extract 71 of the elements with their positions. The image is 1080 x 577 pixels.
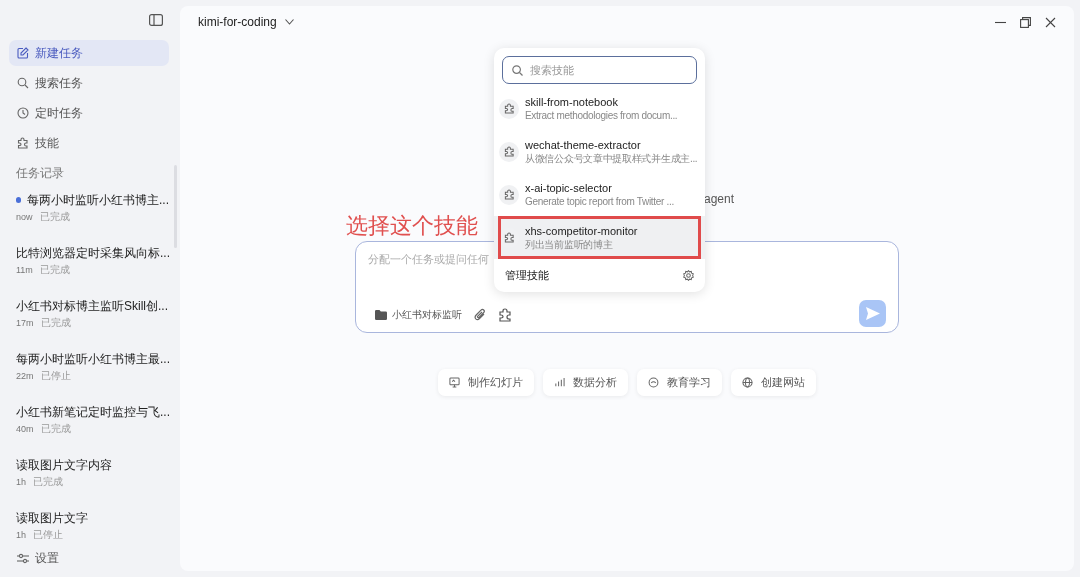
skill-name: skill-from-notebook — [525, 95, 619, 109]
settings-sliders-icon[interactable] — [17, 552, 29, 564]
edit-icon — [17, 47, 29, 59]
skill-item[interactable]: wechat-theme-extractor 从微信公众号文章中提取样式并生成主... — [494, 130, 705, 173]
restore-icon[interactable] — [1020, 16, 1031, 28]
annotation-text: 选择这个技能 — [346, 212, 478, 240]
skill-name: wechat-theme-extractor — [525, 138, 642, 152]
skill-item[interactable]: skill-from-notebook Extract methodologies from docum... — [494, 87, 705, 130]
task-time: 40m — [16, 423, 34, 436]
task-time: 11m — [16, 264, 33, 277]
puzzle-icon — [17, 137, 29, 149]
task-title[interactable]: 每两小时监听小红书博主最... — [16, 351, 170, 367]
puzzle-icon — [503, 189, 515, 200]
task-status: 已停止 — [40, 369, 71, 383]
search-icon — [512, 64, 523, 76]
task-title[interactable]: 读取图片文字 — [16, 510, 88, 526]
skill-description: 列出当前监听的博主 — [525, 238, 614, 251]
manage-skills-link[interactable]: 管理技能 — [505, 267, 549, 284]
attach-icon[interactable] — [474, 308, 486, 321]
nav-item[interactable]: 搜索任务 — [9, 70, 169, 96]
task-title[interactable]: 每两小时监听小红书博主... — [27, 192, 169, 208]
folder-icon — [375, 309, 387, 320]
chevron-down-icon — [284, 19, 294, 25]
task-status: 已完成 — [40, 422, 71, 436]
sidebar-toggle-icon[interactable] — [149, 14, 163, 26]
skill-name: xhs-competitor-monitor — [525, 224, 638, 238]
slides-icon — [449, 377, 460, 388]
nav-item[interactable]: 新建任务 — [9, 40, 169, 66]
bar-chart-icon — [554, 377, 565, 388]
skill-name: x-ai-topic-selector — [525, 181, 613, 195]
settings-icon[interactable] — [683, 269, 694, 281]
task-status: 已完成 — [39, 210, 70, 224]
nav-item[interactable]: 技能 — [9, 130, 169, 156]
task-title[interactable]: 小红书对标博主监听Skill创... — [16, 298, 168, 314]
task-time: 1h — [16, 476, 26, 489]
puzzle-icon[interactable] — [498, 307, 512, 322]
task-status: 已完成 — [40, 316, 71, 330]
search-icon — [17, 77, 29, 89]
globe-icon — [742, 377, 753, 388]
skill-item[interactable]: xhs-competitor-monitor 列出当前监听的博主 — [494, 216, 705, 259]
suggestion-chip[interactable]: 数据分析 — [543, 369, 628, 396]
folder-name: 小红书对标监听 — [392, 308, 462, 322]
task-title[interactable]: 比特浏览器定时采集风向标... — [16, 245, 170, 261]
skill-description: Generate topic report from Twitter ... — [525, 195, 675, 208]
nav-item[interactable]: 定时任务 — [9, 100, 169, 126]
suggestion-chip[interactable]: 制作幻灯片 — [438, 369, 534, 396]
task-status: 已完成 — [39, 263, 70, 277]
task-time: 1h — [16, 529, 26, 542]
clock-icon — [17, 107, 29, 119]
close-icon[interactable] — [1045, 16, 1056, 28]
suggestion-chip[interactable]: 教育学习 — [637, 369, 722, 396]
hero-subtitle: agent — [704, 191, 735, 208]
send-icon — [865, 307, 880, 320]
puzzle-icon — [503, 103, 515, 114]
section-title: 任务记录 — [15, 165, 65, 182]
task-title[interactable]: 读取图片文字内容 — [16, 457, 112, 473]
task-time: 17m — [16, 317, 34, 330]
puzzle-icon — [503, 232, 515, 243]
settings-link[interactable]: 设置 — [35, 549, 59, 567]
task-time: now — [16, 211, 33, 224]
task-status: 已完成 — [33, 475, 63, 489]
task-title[interactable]: 小红书新笔记定时监控与飞... — [16, 404, 170, 420]
skill-description: Extract methodologies from docum... — [525, 109, 678, 122]
suggestion-chip[interactable]: 创建网站 — [731, 369, 816, 396]
puzzle-icon — [503, 146, 515, 157]
skill-description: 从微信公众号文章中提取样式并生成主... — [525, 152, 698, 165]
model-selector[interactable]: kimi-for-coding — [198, 13, 294, 31]
task-time: 22m — [16, 370, 34, 383]
folder-chip[interactable]: 小红书对标监听 — [375, 307, 462, 322]
skill-item[interactable]: x-ai-topic-selector Generate topic report from Twitter ... — [494, 173, 705, 216]
task-status: 已停止 — [33, 528, 63, 542]
